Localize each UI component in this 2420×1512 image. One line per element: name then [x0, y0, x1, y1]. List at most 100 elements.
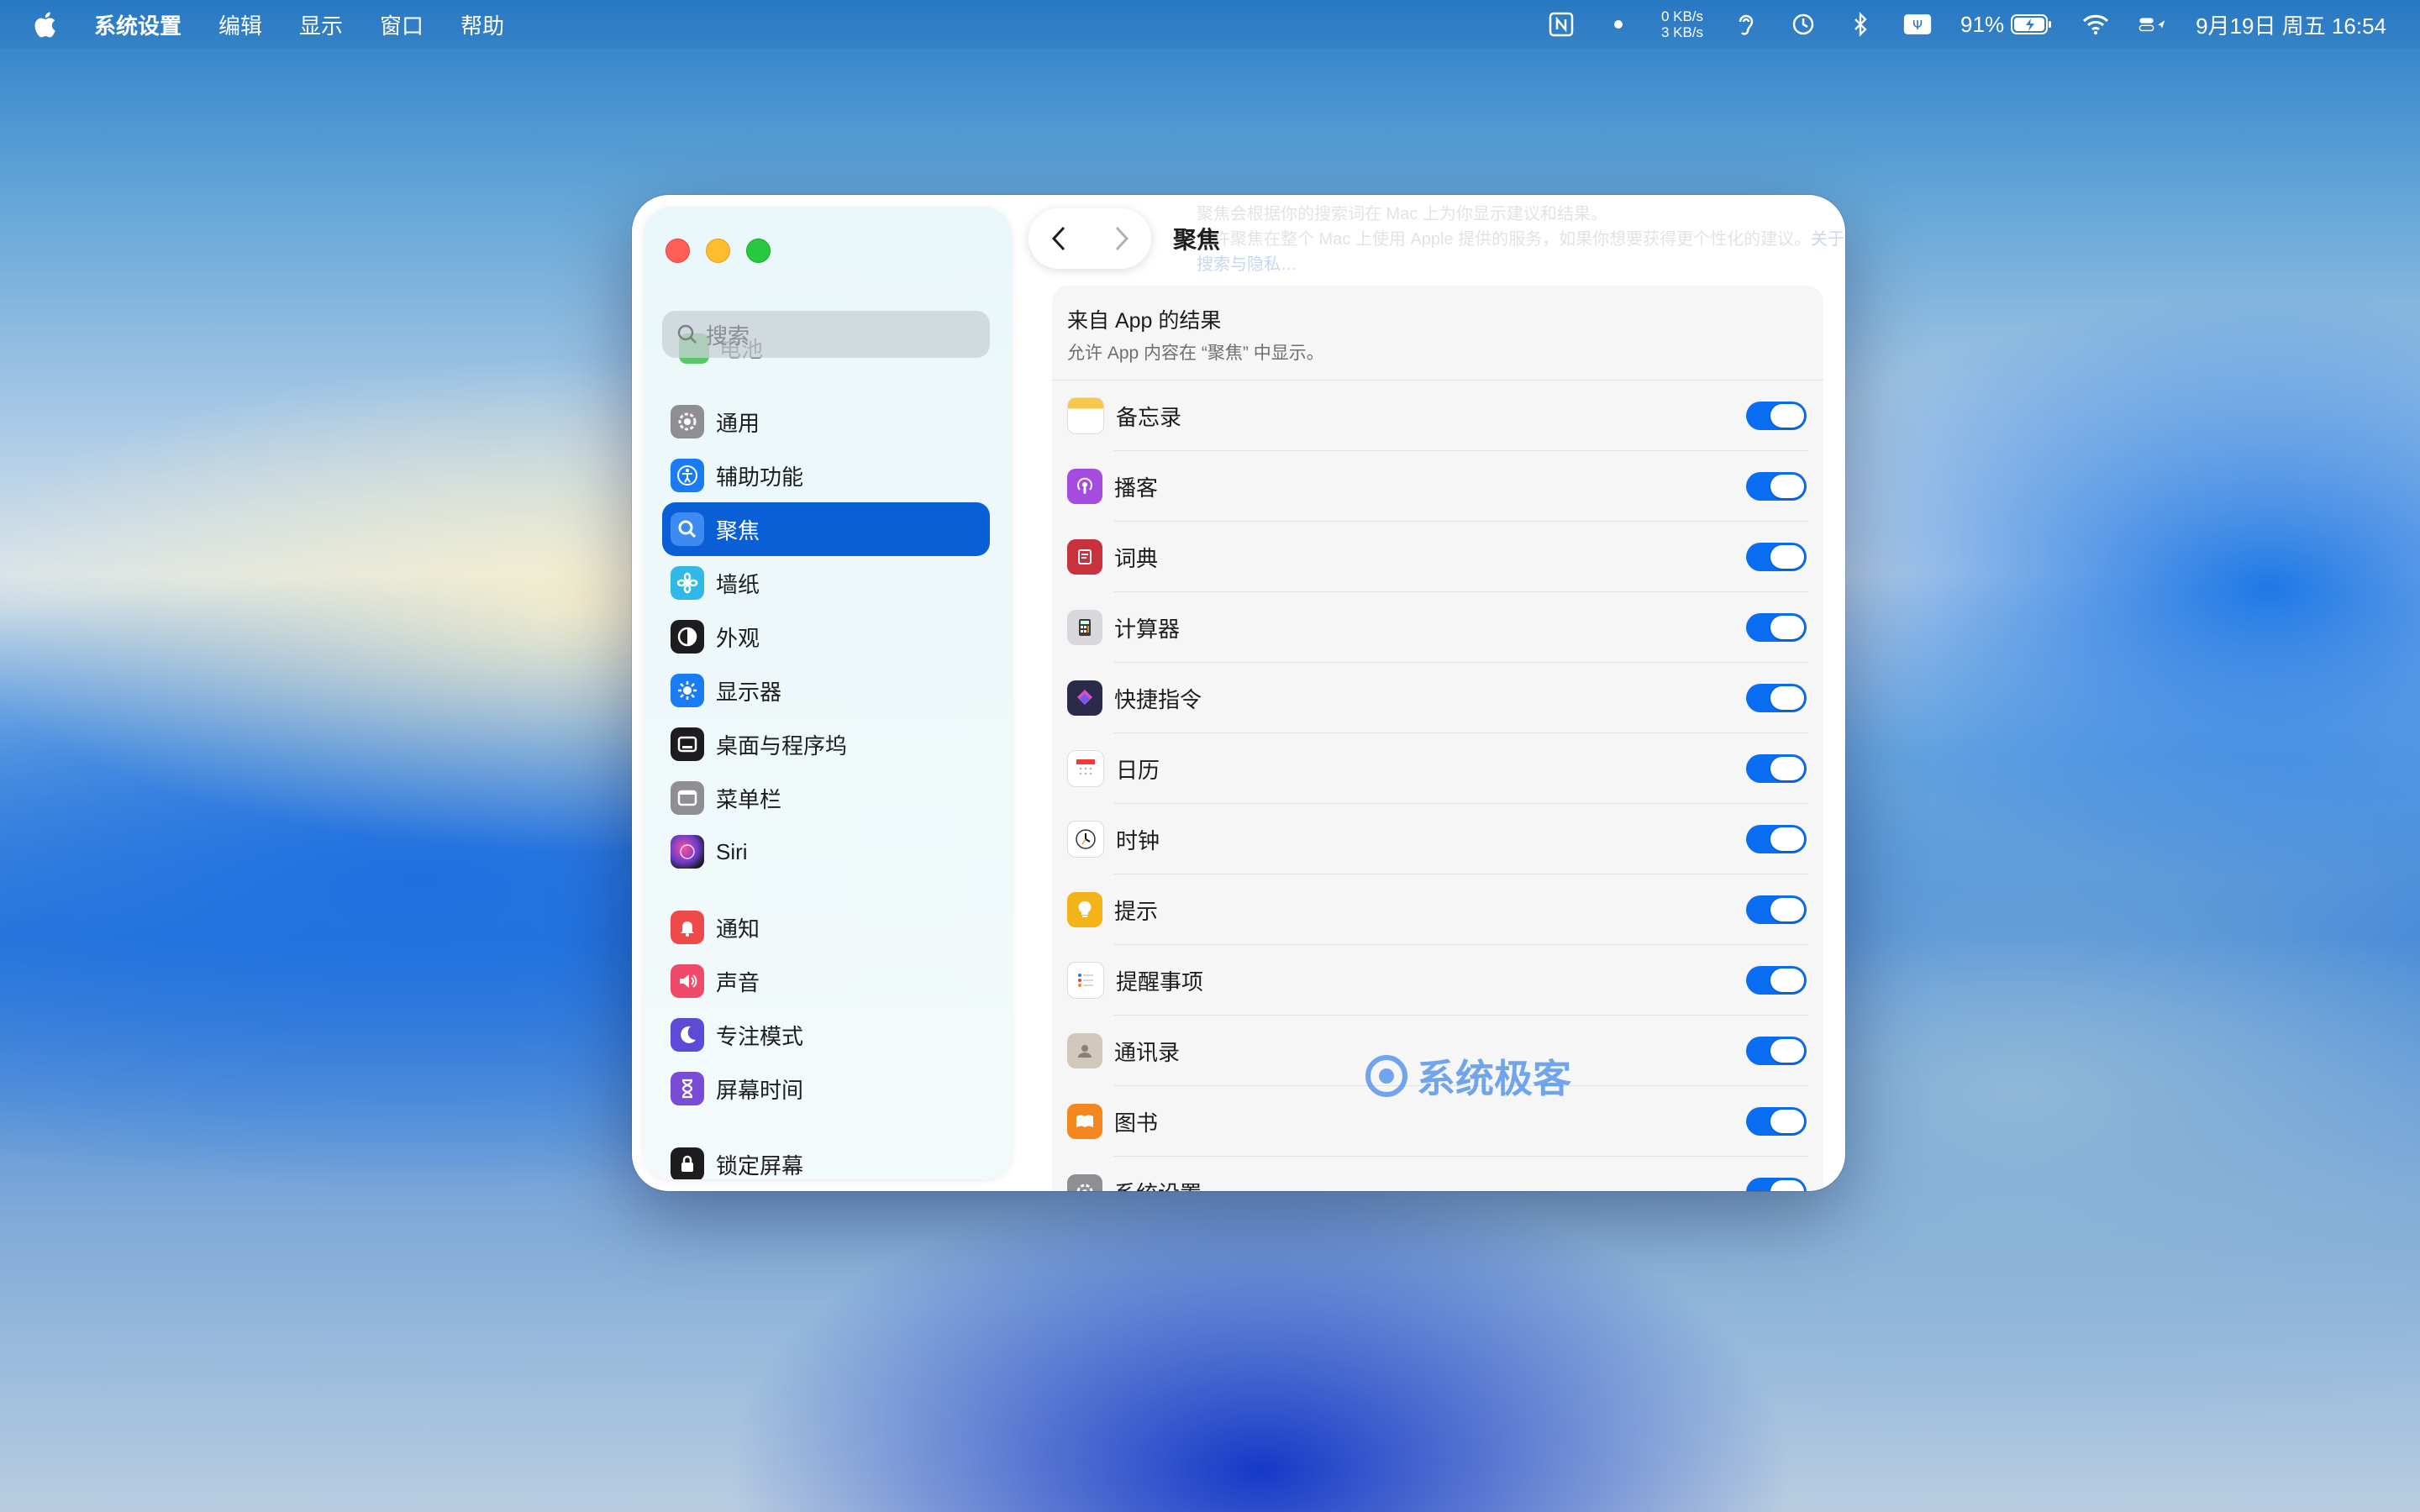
toggle-knob — [1770, 1180, 1804, 1191]
sidebar-item-displays[interactable]: 显示器 — [662, 664, 990, 717]
sidebar-item-notifications[interactable]: 通知 — [662, 900, 990, 954]
time-machine-icon[interactable] — [1789, 10, 1818, 39]
search-placeholder: 搜索 — [706, 323, 750, 349]
app-label: 时钟 — [1116, 827, 1160, 853]
sidebar-item-spotlight[interactable]: 聚焦 — [662, 502, 990, 556]
wifi-icon[interactable] — [2081, 10, 2110, 39]
books-icon — [1067, 1104, 1102, 1139]
sidebar-item-label: 辅助功能 — [716, 464, 804, 490]
tips-icon — [1067, 892, 1102, 927]
magnifier-icon — [671, 512, 704, 546]
menu-help[interactable]: 帮助 — [460, 9, 504, 40]
app-label: 图书 — [1114, 1110, 1159, 1136]
dot-indicator-icon[interactable] — [1604, 10, 1633, 39]
toggle-knob — [1770, 1110, 1804, 1133]
lock-icon — [671, 1147, 704, 1179]
calendar-icon — [1067, 750, 1104, 787]
sidebar-item-wallpaper[interactable]: 墙纸 — [662, 556, 990, 610]
toggle-knob — [1770, 686, 1804, 710]
toggle-clock[interactable] — [1746, 825, 1807, 853]
sidebar-item-label: 聚焦 — [716, 517, 760, 543]
network-speed[interactable]: 0 KB/s 3 KB/s — [1661, 8, 1703, 40]
toolbar: 聚焦 — [1028, 208, 1220, 269]
close-button[interactable] — [666, 239, 690, 263]
app-label: 计算器 — [1114, 616, 1181, 642]
input-method-icon[interactable]: Ψ — [1903, 10, 1932, 39]
toggle-tips[interactable] — [1746, 895, 1807, 924]
sidebar-item-appearance[interactable]: 外观 — [662, 610, 990, 664]
hearing-icon[interactable] — [1732, 10, 1760, 39]
toggle-knob — [1770, 1039, 1804, 1063]
back-button[interactable] — [1034, 213, 1085, 264]
toggle-system-settings[interactable] — [1746, 1178, 1807, 1191]
description-line-2: 允许聚焦在整个 Mac 上使用 Apple 提供的服务，如果你想要获得更个性化的… — [1197, 230, 1812, 249]
sidebar-item-lock-screen[interactable]: 锁定屏幕 — [662, 1137, 990, 1179]
sidebar-item-siri[interactable]: Siri — [662, 825, 990, 879]
toggle-reminders[interactable] — [1746, 966, 1807, 995]
battery-icon — [2011, 14, 2052, 34]
bluetooth-icon[interactable] — [1846, 10, 1875, 39]
toggle-shortcuts[interactable] — [1746, 684, 1807, 712]
sidebar-item-label: Siri — [716, 838, 748, 864]
toggle-knob — [1770, 827, 1804, 851]
watermark-text: 系统极客 — [1417, 1057, 1571, 1100]
podcasts-icon — [1067, 469, 1102, 504]
zoom-button[interactable] — [746, 239, 771, 263]
sidebar-item-screen-time[interactable]: 屏幕时间 — [662, 1062, 990, 1116]
toggle-notes[interactable] — [1746, 402, 1807, 430]
toggle-books[interactable] — [1746, 1107, 1807, 1136]
sidebar-item-label: 显示器 — [716, 679, 782, 705]
card-title: 来自 App 的结果 — [1067, 309, 1222, 333]
sidebar-item-menubar[interactable]: 菜单栏 — [662, 771, 990, 825]
settings-icon — [1067, 1174, 1102, 1191]
contacts-icon — [1067, 1033, 1102, 1068]
toggle-calculator[interactable] — [1746, 613, 1807, 642]
toggle-calendar[interactable] — [1746, 754, 1807, 783]
sidebar-item-label: 通知 — [716, 916, 760, 942]
sidebar-item-general[interactable]: 通用 — [662, 395, 990, 449]
net-down-text: 0 KB/s — [1660, 8, 1704, 24]
card-header: 来自 App 的结果 允许 App 内容在 “聚焦” 中显示。 — [1052, 286, 1823, 381]
sidebar-item-desktop-dock[interactable]: 桌面与程序坞 — [662, 717, 990, 771]
app-row-calculator: 计算器 — [1052, 592, 1823, 663]
sidebar-item-accessibility[interactable]: 辅助功能 — [662, 449, 990, 502]
content-pane: 聚焦会根据你的搜索词在 Mac 上为你显示建议和结果。 允许聚焦在整个 Mac … — [1028, 195, 1845, 1191]
menu-clock[interactable]: 9月19日 周五 16:54 — [2196, 9, 2386, 40]
sidebar-separator — [662, 879, 990, 900]
description-text: 聚焦会根据你的搜索词在 Mac 上为你显示建议和结果。 允许聚焦在整个 Mac … — [1197, 202, 1845, 277]
toggle-knob — [1770, 404, 1804, 428]
gear-icon — [671, 405, 704, 438]
sidebar-item-label: 菜单栏 — [716, 786, 782, 812]
settings-window: 电池 搜索 通用 辅助功能 — [632, 195, 1845, 1191]
notion-icon[interactable] — [1547, 10, 1576, 39]
menu-view[interactable]: 显示 — [299, 9, 343, 40]
app-row-system-settings: 系统设置 — [1052, 1157, 1823, 1191]
app-label: 提醒事项 — [1116, 969, 1204, 995]
sun-icon — [671, 674, 704, 707]
menu-app-name[interactable]: 系统设置 — [94, 9, 182, 40]
forward-button[interactable] — [1096, 213, 1146, 264]
app-label: 系统设置 — [1114, 1177, 1746, 1192]
toggle-dictionary[interactable] — [1746, 543, 1807, 571]
sidebar-item-sound[interactable]: 声音 — [662, 954, 990, 1008]
control-center-icon[interactable] — [2139, 10, 2167, 39]
page-title: 聚焦 — [1173, 227, 1221, 253]
menu-window[interactable]: 窗口 — [380, 9, 424, 40]
app-row-tips: 提示 — [1052, 874, 1823, 945]
minimize-button[interactable] — [706, 239, 730, 263]
toggle-contacts[interactable] — [1746, 1037, 1807, 1065]
app-label: 快捷指令 — [1114, 686, 1202, 712]
reminders-icon — [1067, 962, 1104, 999]
menu-edit[interactable]: 编辑 — [218, 9, 262, 40]
app-row-reminders: 提醒事项 — [1052, 945, 1823, 1016]
sidebar-item-label: 通用 — [716, 410, 760, 436]
shortcuts-icon — [1067, 680, 1102, 716]
toggle-podcasts[interactable] — [1746, 472, 1807, 501]
sidebar-item-focus[interactable]: 专注模式 — [662, 1008, 990, 1062]
apple-icon[interactable] — [32, 10, 57, 39]
search-field[interactable]: 搜索 — [662, 311, 990, 358]
battery-status[interactable]: 91% — [1960, 12, 2053, 38]
flower-icon — [671, 566, 704, 600]
sidebar-item-label: 墙纸 — [716, 571, 760, 597]
chevron-left-icon — [1051, 226, 1065, 251]
